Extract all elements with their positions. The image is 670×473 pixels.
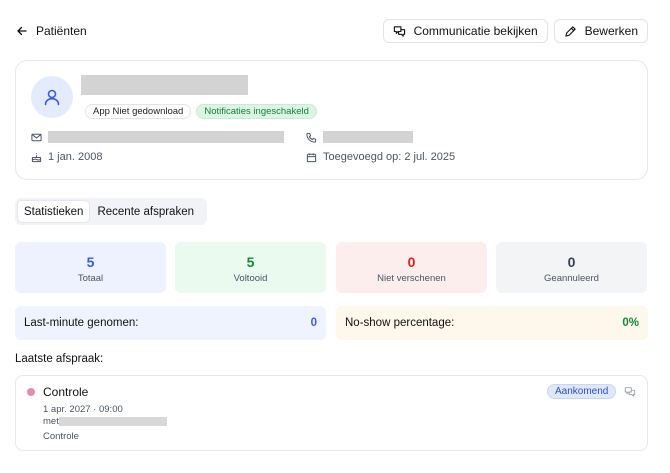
tab-statistics[interactable]: Statistieken (18, 201, 90, 222)
appointment-type-dot (27, 388, 35, 396)
cake-icon (31, 152, 42, 162)
noshow-value: 0% (622, 317, 639, 329)
patient-profile-card: App Niet gedownload Notificaties ingesch… (15, 60, 648, 180)
stat-cancelled-value: 0 (567, 254, 576, 270)
top-bar: Patiënten Communicatie bekijken Bewerken (16, 18, 648, 44)
appointment-status-badge: Aankomend (547, 384, 617, 399)
phone-redacted (323, 131, 413, 143)
stat-total: 5 Totaal (15, 242, 166, 293)
email-redacted (48, 131, 284, 143)
appointment-with-prefix: met (43, 416, 59, 427)
chat-icon[interactable] (624, 386, 636, 398)
stat-completed-label: Voltooid (233, 273, 268, 284)
last-appointment-heading: Laatste afspraak: (15, 353, 104, 365)
stat-total-label: Totaal (77, 273, 104, 284)
pencil-icon (564, 25, 576, 37)
stat-total-value: 5 (86, 254, 95, 270)
phone-icon (306, 132, 317, 143)
back-link[interactable]: Patiënten (16, 24, 87, 38)
patient-name-redacted (81, 75, 248, 95)
phone-row (306, 131, 413, 143)
stat-cancelled: 0 Geannuleerd (496, 242, 647, 293)
appointment-title: Controle (43, 385, 89, 399)
status-badges: App Niet gedownload Notificaties ingesch… (85, 104, 317, 119)
added-on-row: Toegevoegd op: 2 jul. 2025 (306, 151, 455, 163)
birthdate: 1 jan. 2008 (48, 151, 103, 163)
stat-cancelled-label: Geannuleerd (544, 273, 599, 284)
notifications-badge: Notificaties ingeschakeld (196, 104, 317, 119)
appointment-datetime: 1 apr. 2027 · 09:00 (43, 404, 123, 415)
arrow-left-icon (17, 26, 27, 36)
back-label: Patiënten (36, 24, 87, 38)
stat-completed: 5 Voltooid (175, 242, 326, 293)
stat-completed-value: 5 (246, 254, 255, 270)
edit-button[interactable]: Bewerken (553, 19, 648, 43)
stat-no-show-label: Niet verschenen (377, 273, 446, 284)
app-status-badge: App Niet gedownload (85, 104, 192, 119)
email-row (31, 131, 284, 143)
mail-icon (31, 133, 42, 141)
view-communication-label: Communicatie bekijken (413, 24, 538, 38)
noshow-metric: No-show percentage: 0% (336, 306, 648, 340)
last-minute-label: Last-minute genomen: (24, 317, 139, 329)
appointment-with: met (43, 416, 167, 427)
avatar (31, 76, 73, 118)
chat-icon (393, 25, 405, 37)
view-communication-button[interactable]: Communicatie bekijken (382, 19, 548, 43)
edit-label: Bewerken (584, 24, 638, 38)
last-appointment-card[interactable]: Controle 1 apr. 2027 · 09:00 met Control… (15, 375, 648, 451)
user-icon (44, 89, 60, 106)
last-minute-metric: Last-minute genomen: 0 (15, 306, 326, 340)
tab-list: Statistieken Recente afspraken (15, 198, 207, 225)
header-actions: Communicatie bekijken Bewerken (382, 19, 648, 43)
calendar-icon (306, 152, 317, 162)
stat-no-show-value: 0 (407, 254, 416, 270)
practitioner-redacted (58, 417, 167, 426)
tab-recent-appointments[interactable]: Recente afspraken (91, 201, 200, 222)
birthdate-row: 1 jan. 2008 (31, 151, 102, 163)
stat-no-show: 0 Niet verschenen (336, 242, 487, 293)
last-minute-value: 0 (310, 317, 317, 329)
appointment-type: Controle (43, 431, 79, 442)
added-on: Toegevoegd op: 2 jul. 2025 (323, 151, 456, 163)
noshow-label: No-show percentage: (345, 317, 455, 329)
